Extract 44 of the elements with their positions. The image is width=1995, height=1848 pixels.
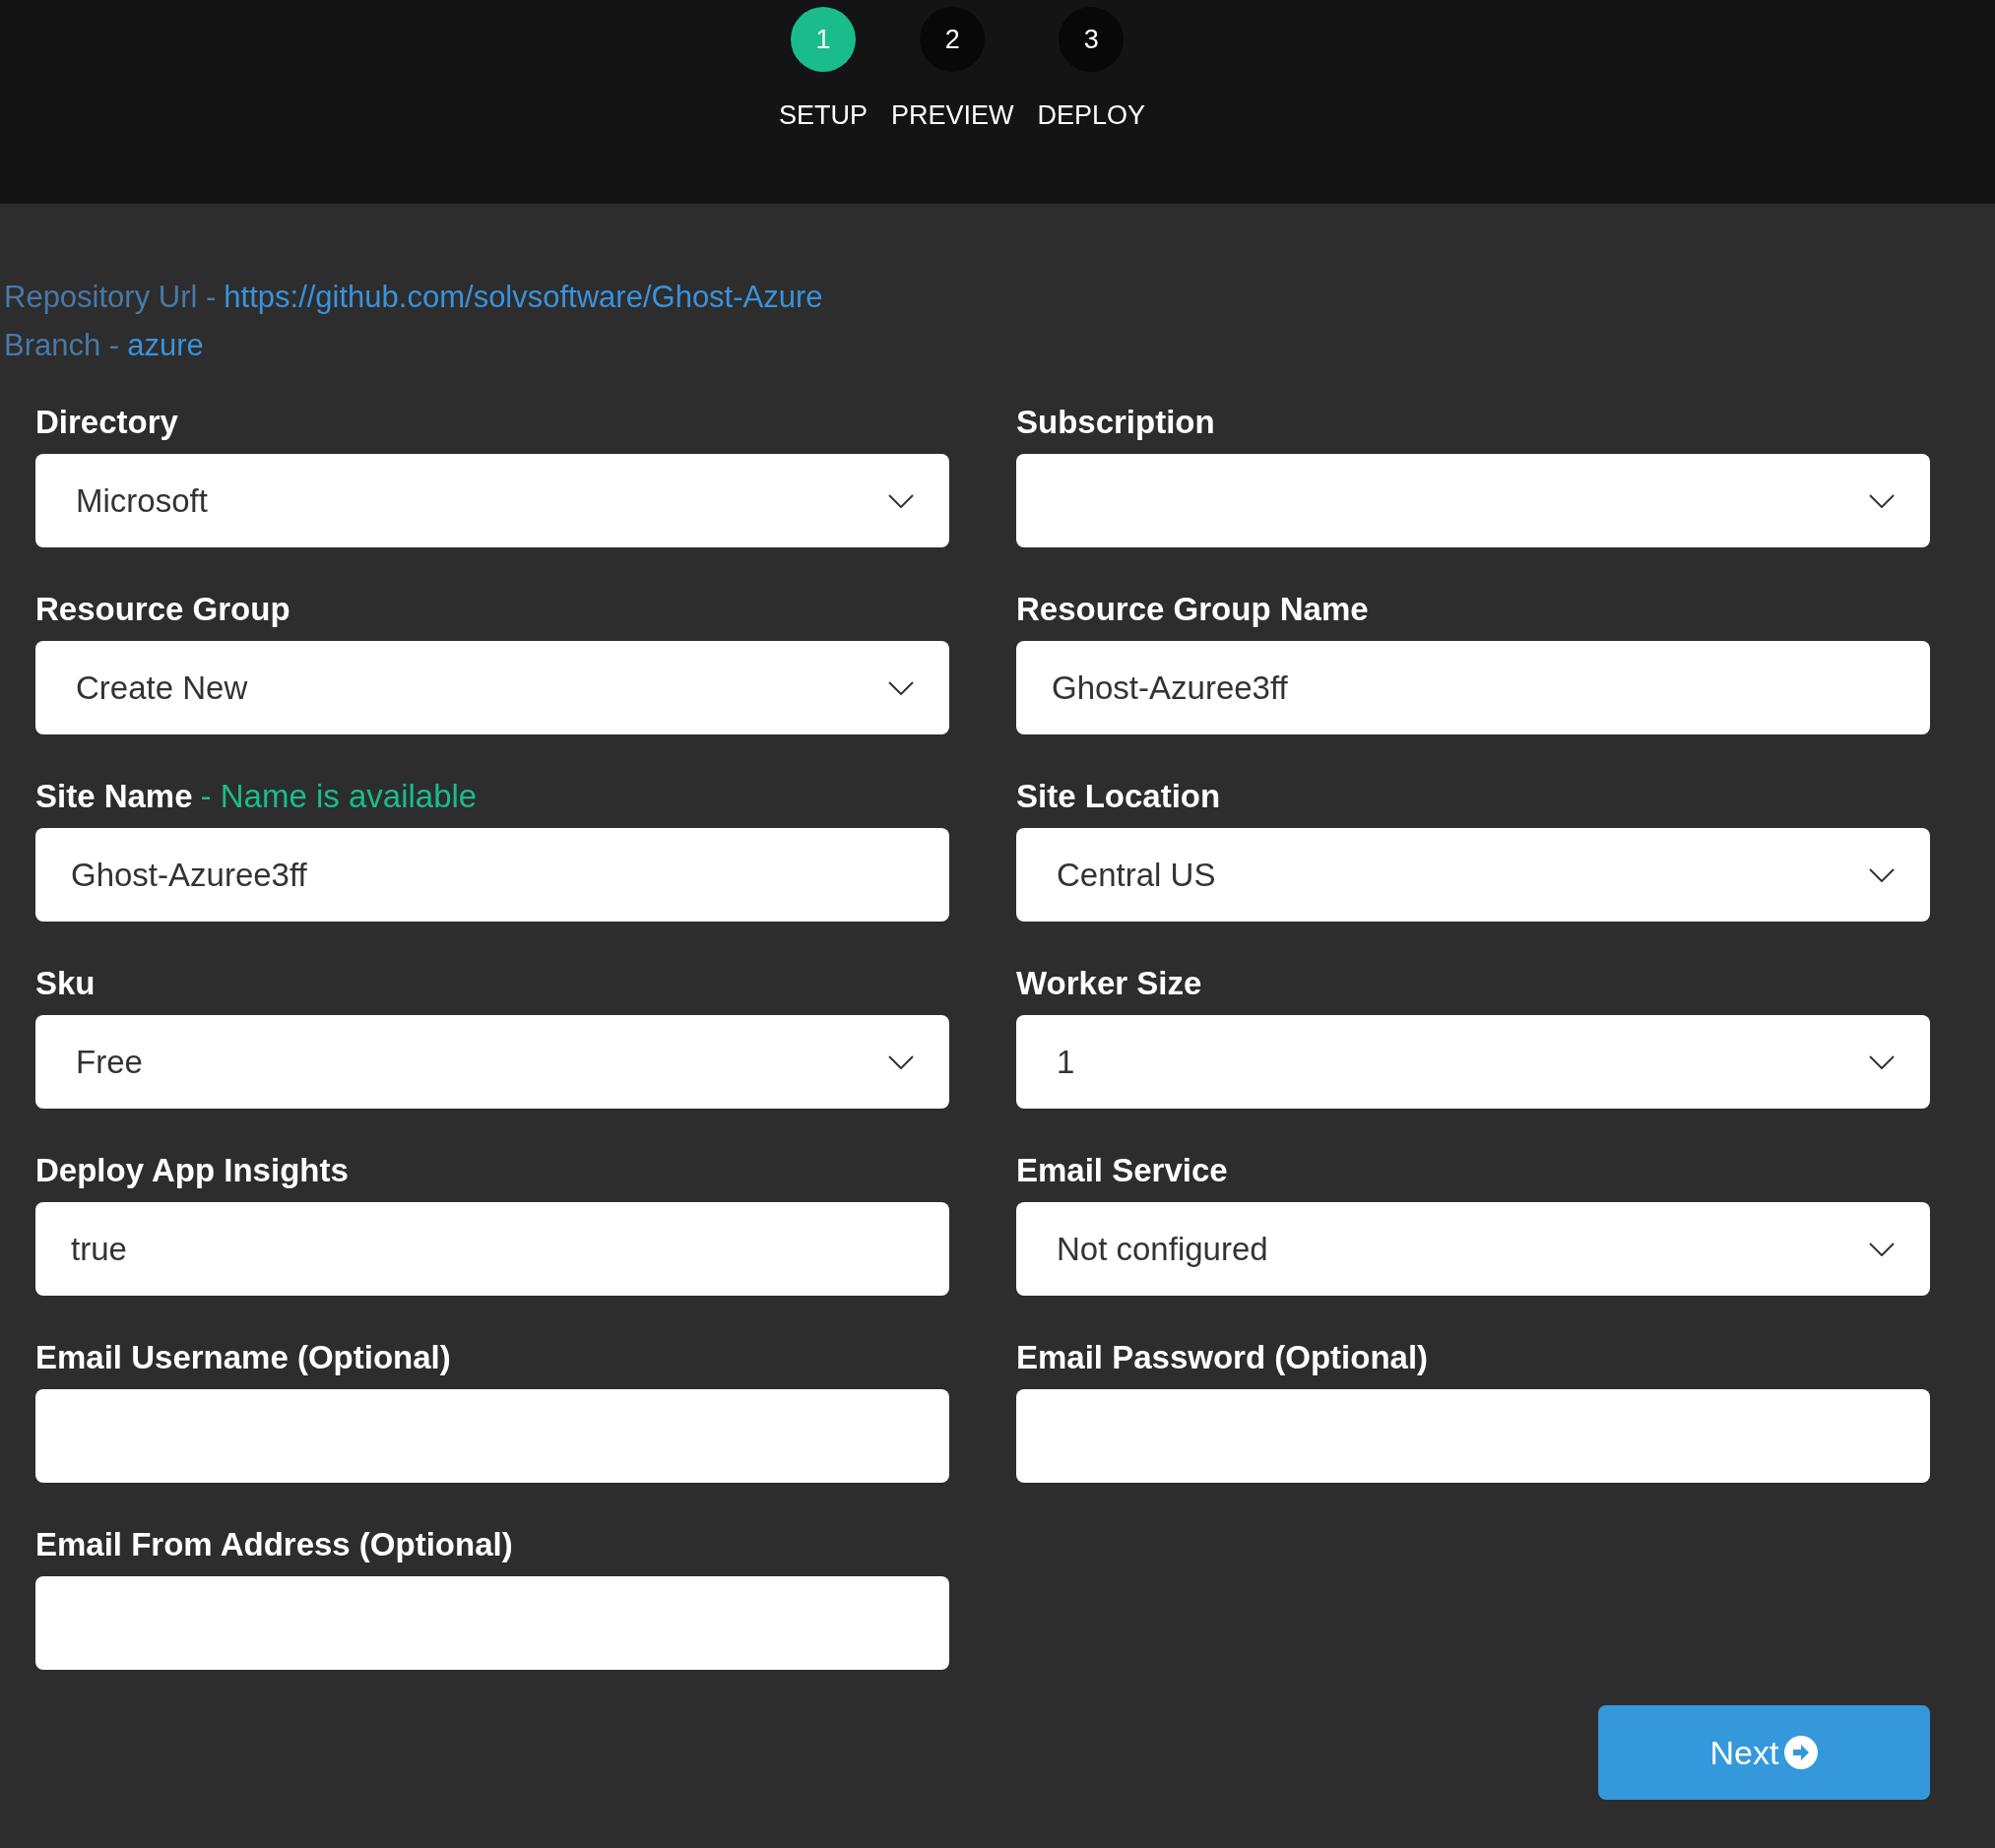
arrow-right-circle-icon <box>1784 1736 1819 1769</box>
field-label: Resource Group Name <box>1016 590 1369 629</box>
input-field[interactable]: true <box>35 1202 949 1296</box>
dropdown-field[interactable]: Not configured <box>1016 1202 1930 1296</box>
field-label: Deploy App Insights <box>35 1151 349 1190</box>
field-label: Sku <box>35 964 96 1003</box>
chevron-down-icon <box>888 680 914 695</box>
field-label: Subscription <box>1016 403 1215 442</box>
chevron-down-icon <box>1869 867 1895 882</box>
field-label: Directory <box>35 403 178 442</box>
dropdown-field[interactable]: Microsoft <box>35 454 949 547</box>
source-label: Repository Url - <box>4 280 217 314</box>
field-label: Site Location <box>1016 777 1221 816</box>
source-link[interactable]: azure <box>127 328 204 362</box>
step-label: DEPLOY <box>1037 100 1146 131</box>
step-label: SETUP <box>778 100 868 131</box>
chevron-down-icon <box>888 1054 914 1069</box>
field-label: Worker Size <box>1016 964 1202 1003</box>
step-number[interactable]: 3 <box>1059 7 1125 72</box>
field-label: Email From Address (Optional) <box>35 1525 513 1564</box>
dropdown-field[interactable]: Create New <box>35 641 949 734</box>
step-number[interactable]: 2 <box>920 7 986 72</box>
step-label: PREVIEW <box>890 100 1014 131</box>
source-label: Branch - <box>4 328 120 362</box>
dropdown-field[interactable] <box>1016 454 1930 547</box>
dropdown-field[interactable]: Free <box>35 1015 949 1109</box>
field-label: Email Password (Optional) <box>1016 1338 1429 1377</box>
chevron-down-icon <box>1869 1054 1895 1069</box>
input-field[interactable]: Ghost-Azuree3ff <box>35 828 949 922</box>
field-label: Email Username (Optional) <box>35 1338 451 1377</box>
field-label: Email Service <box>1016 1151 1228 1190</box>
source-link[interactable]: https://github.com/solvsoftware/Ghost-Azure <box>224 280 823 314</box>
chevron-down-icon <box>1869 493 1895 508</box>
dropdown-field[interactable]: 1 <box>1016 1015 1930 1109</box>
input-field[interactable] <box>35 1576 949 1670</box>
field-label: Resource Group <box>35 590 290 629</box>
field-label: Site Name <box>35 777 193 816</box>
input-field[interactable]: Ghost-Azuree3ff <box>1016 641 1930 734</box>
chevron-down-icon <box>888 493 914 508</box>
input-field[interactable] <box>35 1389 949 1483</box>
chevron-down-icon <box>1869 1242 1895 1256</box>
input-field[interactable] <box>1016 1389 1930 1483</box>
availability-status: - Name is available <box>200 777 478 816</box>
dropdown-field[interactable]: Central US <box>1016 828 1930 922</box>
